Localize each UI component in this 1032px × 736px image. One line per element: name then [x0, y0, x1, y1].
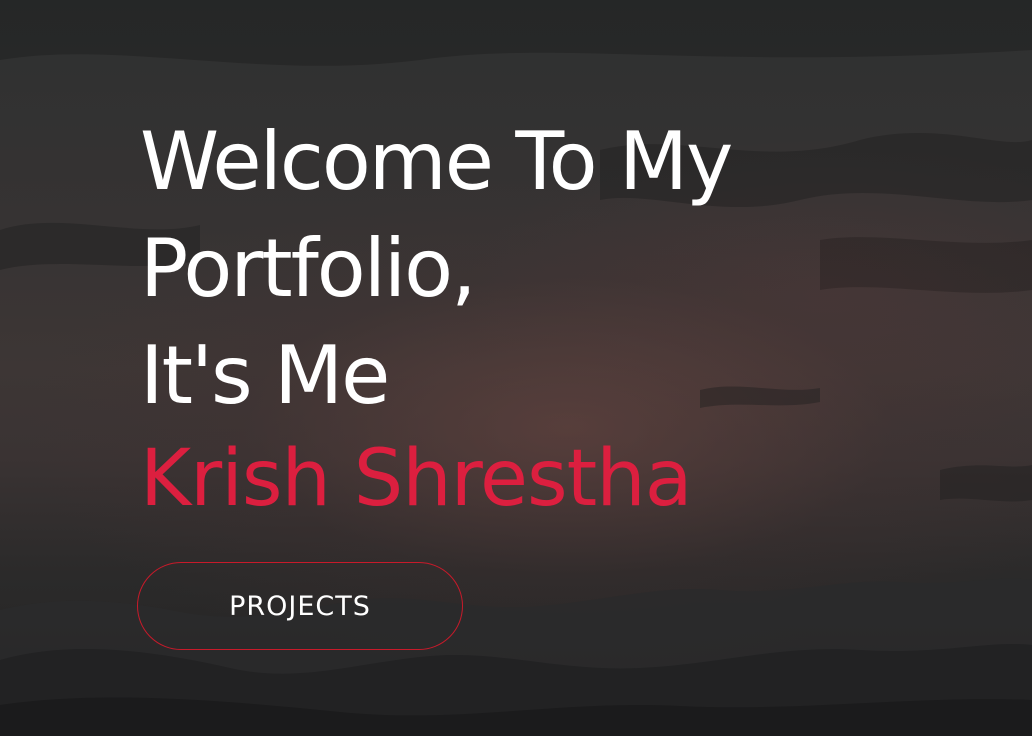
owner-name: Krish Shrestha [140, 434, 693, 524]
projects-button[interactable]: PROJECTS [137, 562, 463, 650]
hero-content: Welcome To My Portfolio, It's Me Krish S… [140, 108, 1000, 529]
headline-line-1: Welcome To My [140, 115, 733, 208]
headline-line-3: It's Me [140, 329, 390, 422]
hero-headline: Welcome To My Portfolio, It's Me [140, 108, 1000, 429]
hero-section: Welcome To My Portfolio, It's Me Krish S… [0, 0, 1032, 736]
headline-line-2: Portfolio, [140, 222, 477, 315]
